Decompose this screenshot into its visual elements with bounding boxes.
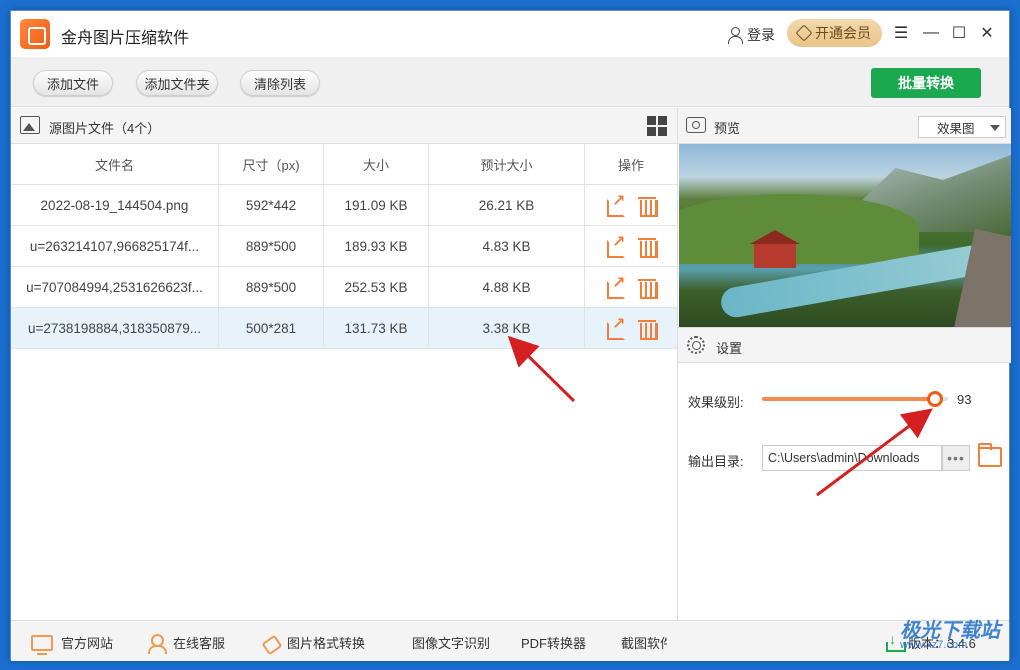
- trash-icon[interactable]: [638, 277, 658, 299]
- support-link[interactable]: 在线客服: [147, 633, 226, 654]
- toolbar: 添加文件 添加文件夹 清除列表 批量转换: [11, 57, 1009, 107]
- browse-dots-button[interactable]: •••: [942, 445, 970, 471]
- file-est-size: 4.88 KB: [429, 267, 585, 307]
- output-dir-input[interactable]: C:\Users\admin\Downloads: [762, 445, 942, 471]
- app-title: 金舟图片压缩软件: [61, 30, 190, 47]
- support-agent-icon: [147, 633, 167, 654]
- file-name: u=707084994,2531626623f...: [11, 267, 219, 307]
- trash-icon[interactable]: [638, 236, 658, 258]
- file-size: 252.53 KB: [324, 267, 429, 307]
- title-bar: 金舟图片压缩软件 登录 开通会员 ☰ — ☐ ✕: [11, 11, 1009, 57]
- table-row[interactable]: u=263214107,966825174f... 889*500 189.93…: [11, 226, 677, 267]
- export-icon[interactable]: [606, 232, 626, 258]
- app-window: 金舟图片压缩软件 登录 开通会员 ☰ — ☐ ✕ 添加文件 添加文件夹 清除列表…: [10, 10, 1011, 661]
- file-name: u=263214107,966825174f...: [11, 226, 219, 266]
- menu-icon[interactable]: ☰: [891, 23, 911, 43]
- file-size: 131.73 KB: [324, 308, 429, 348]
- quality-slider-thumb[interactable]: [926, 391, 943, 407]
- add-folder-button[interactable]: 添加文件夹: [136, 70, 218, 96]
- file-name: 2022-08-19_144504.png: [11, 185, 219, 225]
- panel-divider: [677, 108, 678, 620]
- quality-slider-fill: [762, 397, 935, 401]
- settings-title: 设置: [716, 341, 743, 356]
- column-header-size[interactable]: 大小: [324, 144, 429, 184]
- row-actions: [585, 308, 677, 348]
- quality-slider[interactable]: [762, 391, 948, 407]
- support-label: 在线客服: [173, 636, 226, 651]
- trash-icon[interactable]: [638, 195, 658, 217]
- export-icon[interactable]: [606, 314, 626, 340]
- maximize-icon[interactable]: ☐: [949, 23, 969, 43]
- close-icon[interactable]: ✕: [977, 23, 997, 43]
- website-link[interactable]: 官方网站: [31, 633, 114, 655]
- source-files-header: 源图片文件（4个）: [11, 108, 677, 144]
- row-actions: [585, 226, 677, 266]
- grid-view-icon[interactable]: [647, 116, 667, 136]
- settings-header: 设置: [678, 327, 1011, 363]
- footer-bar: 官方网站 在线客服 图片格式转换 图像文字识别 PDF转换器 截图软件 版本：3…: [11, 620, 1009, 661]
- file-dims: 889*500: [219, 226, 324, 266]
- table-row[interactable]: 2022-08-19_144504.png 592*442 191.09 KB …: [11, 185, 677, 226]
- batch-convert-button[interactable]: 批量转换: [871, 68, 981, 98]
- column-header-est[interactable]: 预计大小: [429, 144, 585, 184]
- login-button[interactable]: 登录: [727, 25, 775, 45]
- add-file-button[interactable]: 添加文件: [33, 70, 113, 96]
- file-size: 189.93 KB: [324, 226, 429, 266]
- preview-header: 预览 效果图: [678, 108, 1011, 144]
- clear-list-button[interactable]: 清除列表: [240, 70, 320, 96]
- file-dims: 889*500: [219, 267, 324, 307]
- screenshot-link[interactable]: 截图软件: [621, 633, 667, 652]
- gear-icon: [687, 336, 705, 354]
- export-icon[interactable]: [606, 191, 626, 217]
- watermark-logo: 极光下载站 www.xz7.com: [900, 614, 1000, 651]
- ocr-link[interactable]: 图像文字识别: [412, 633, 490, 652]
- quality-label: 效果级别:: [688, 395, 744, 410]
- file-size: 191.09 KB: [324, 185, 429, 225]
- format-convert-link[interactable]: 图片格式转换: [261, 633, 365, 652]
- preview-image: [679, 144, 1011, 327]
- plug-icon: [261, 634, 279, 652]
- table-row-selected[interactable]: u=2738198884,318350879... 500*281 131.73…: [11, 308, 677, 349]
- row-actions: [585, 185, 677, 225]
- source-files-title: 源图片文件（4个）: [49, 121, 161, 136]
- file-est-size: 26.21 KB: [429, 185, 585, 225]
- quality-value: 93: [957, 392, 972, 407]
- column-header-name[interactable]: 文件名: [11, 144, 219, 184]
- file-table: 文件名 尺寸（px) 大小 预计大小 操作 2022-08-19_144504.…: [11, 144, 677, 349]
- login-label: 登录: [747, 27, 775, 43]
- table-header-row: 文件名 尺寸（px) 大小 预计大小 操作: [11, 144, 677, 185]
- website-label: 官方网站: [61, 636, 114, 651]
- image-icon: [20, 116, 40, 134]
- minimize-icon[interactable]: —: [921, 23, 941, 43]
- vip-label: 开通会员: [815, 25, 871, 41]
- file-est-size: 4.83 KB: [429, 226, 585, 266]
- file-dims: 592*442: [219, 185, 324, 225]
- pdf-link[interactable]: PDF转换器: [521, 633, 586, 652]
- column-header-actions: 操作: [617, 157, 644, 173]
- preview-mode-select[interactable]: 效果图: [918, 116, 1006, 138]
- folder-icon[interactable]: [978, 443, 1002, 467]
- trash-icon[interactable]: [638, 318, 658, 340]
- column-header-dims[interactable]: 尺寸（px): [219, 144, 324, 184]
- vip-button[interactable]: 开通会员: [787, 19, 882, 47]
- row-actions: [585, 267, 677, 307]
- export-icon[interactable]: [606, 273, 626, 299]
- table-row[interactable]: u=707084994,2531626623f... 889*500 252.5…: [11, 267, 677, 308]
- app-logo-icon: [20, 19, 50, 49]
- user-icon: [727, 27, 743, 44]
- output-dir-label: 输出目录:: [688, 454, 744, 469]
- monitor-icon: [31, 634, 53, 655]
- file-est-size: 3.38 KB: [429, 308, 585, 348]
- format-convert-label: 图片格式转换: [287, 636, 366, 651]
- file-dims: 500*281: [219, 308, 324, 348]
- eye-icon: [686, 117, 706, 133]
- file-name: u=2738198884,318350879...: [11, 308, 219, 348]
- preview-title: 预览: [714, 121, 741, 136]
- diamond-icon: [795, 24, 813, 42]
